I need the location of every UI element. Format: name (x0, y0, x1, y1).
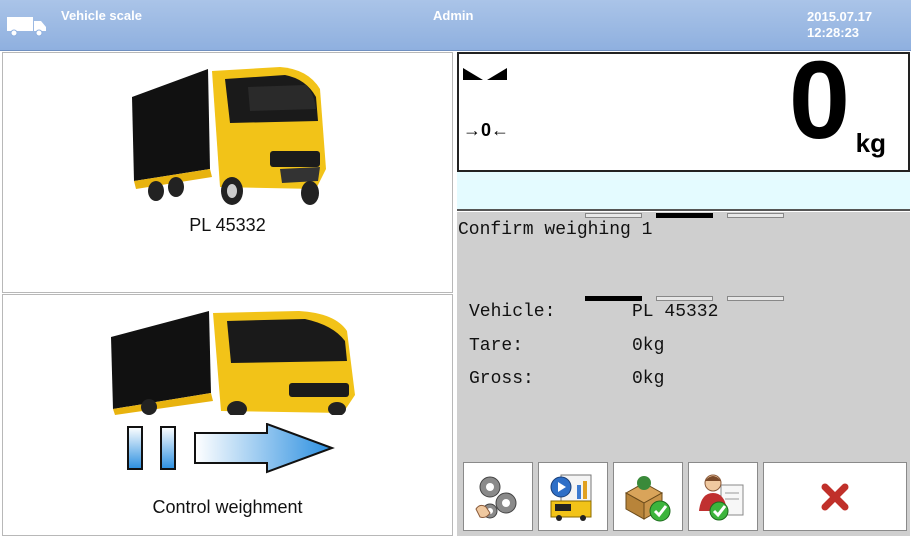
vehicle-tile[interactable]: PL 45332 (2, 52, 453, 293)
progress-segment (585, 296, 642, 301)
date-text: 2015.07.17 (807, 9, 873, 24)
progress-segment (656, 213, 713, 218)
settings-gears-icon (475, 476, 517, 518)
control-weighment-label: Control weighment (152, 497, 303, 517)
truck-icon (7, 17, 46, 37)
vehicle-label: Vehicle: (469, 302, 556, 322)
title-bar: Vehicle scale Admin 2015.07.17 12:28:23 (0, 0, 911, 51)
truck-picture-icon (111, 311, 355, 415)
weight-unit: kg (855, 128, 886, 158)
products-button[interactable] (613, 462, 683, 531)
weighing-report-icon (550, 474, 592, 521)
message-bar (457, 172, 910, 211)
tare-label: Tare: (469, 336, 524, 356)
vehicle-plate-label: PL 45332 (189, 215, 266, 235)
settings-button[interactable] (463, 462, 533, 531)
zero-indicator-icon: →0← (463, 120, 510, 140)
operator-button[interactable] (688, 462, 758, 531)
progress-segment (585, 213, 642, 218)
stable-indicator-icon (463, 68, 507, 80)
cancel-button[interactable] (763, 462, 907, 531)
control-weighment-tile[interactable]: Control weighment (2, 294, 453, 536)
progress-segment (727, 296, 784, 301)
datetime: 2015.07.17 12:28:23 (807, 9, 872, 41)
progress-segment (727, 213, 784, 218)
step-progress (585, 213, 784, 218)
gross-value: 0kg (632, 369, 665, 389)
report-button[interactable] (538, 462, 608, 531)
vehicle-value: PL 45332 (632, 302, 719, 322)
app-title: Vehicle scale (61, 8, 142, 23)
step-progress (585, 296, 784, 301)
logged-user: Admin (433, 8, 474, 23)
products-confirm-icon (624, 475, 671, 521)
arrow-right-icon (127, 423, 335, 474)
gross-label: Gross: (469, 369, 534, 389)
weight-display: →0← 0 kg (457, 46, 910, 172)
progress-segment (656, 296, 713, 301)
user-documents-icon (699, 474, 744, 520)
weighing-panel: Confirm weighing 1 Vehicle: PL 45332 Tar… (457, 212, 910, 455)
tare-value: 0kg (632, 336, 665, 356)
weight-value: 0 (788, 39, 850, 162)
truck-picture-icon (132, 67, 326, 205)
weighing-title: Confirm weighing 1 (458, 220, 653, 240)
cancel-x-icon (821, 483, 849, 510)
